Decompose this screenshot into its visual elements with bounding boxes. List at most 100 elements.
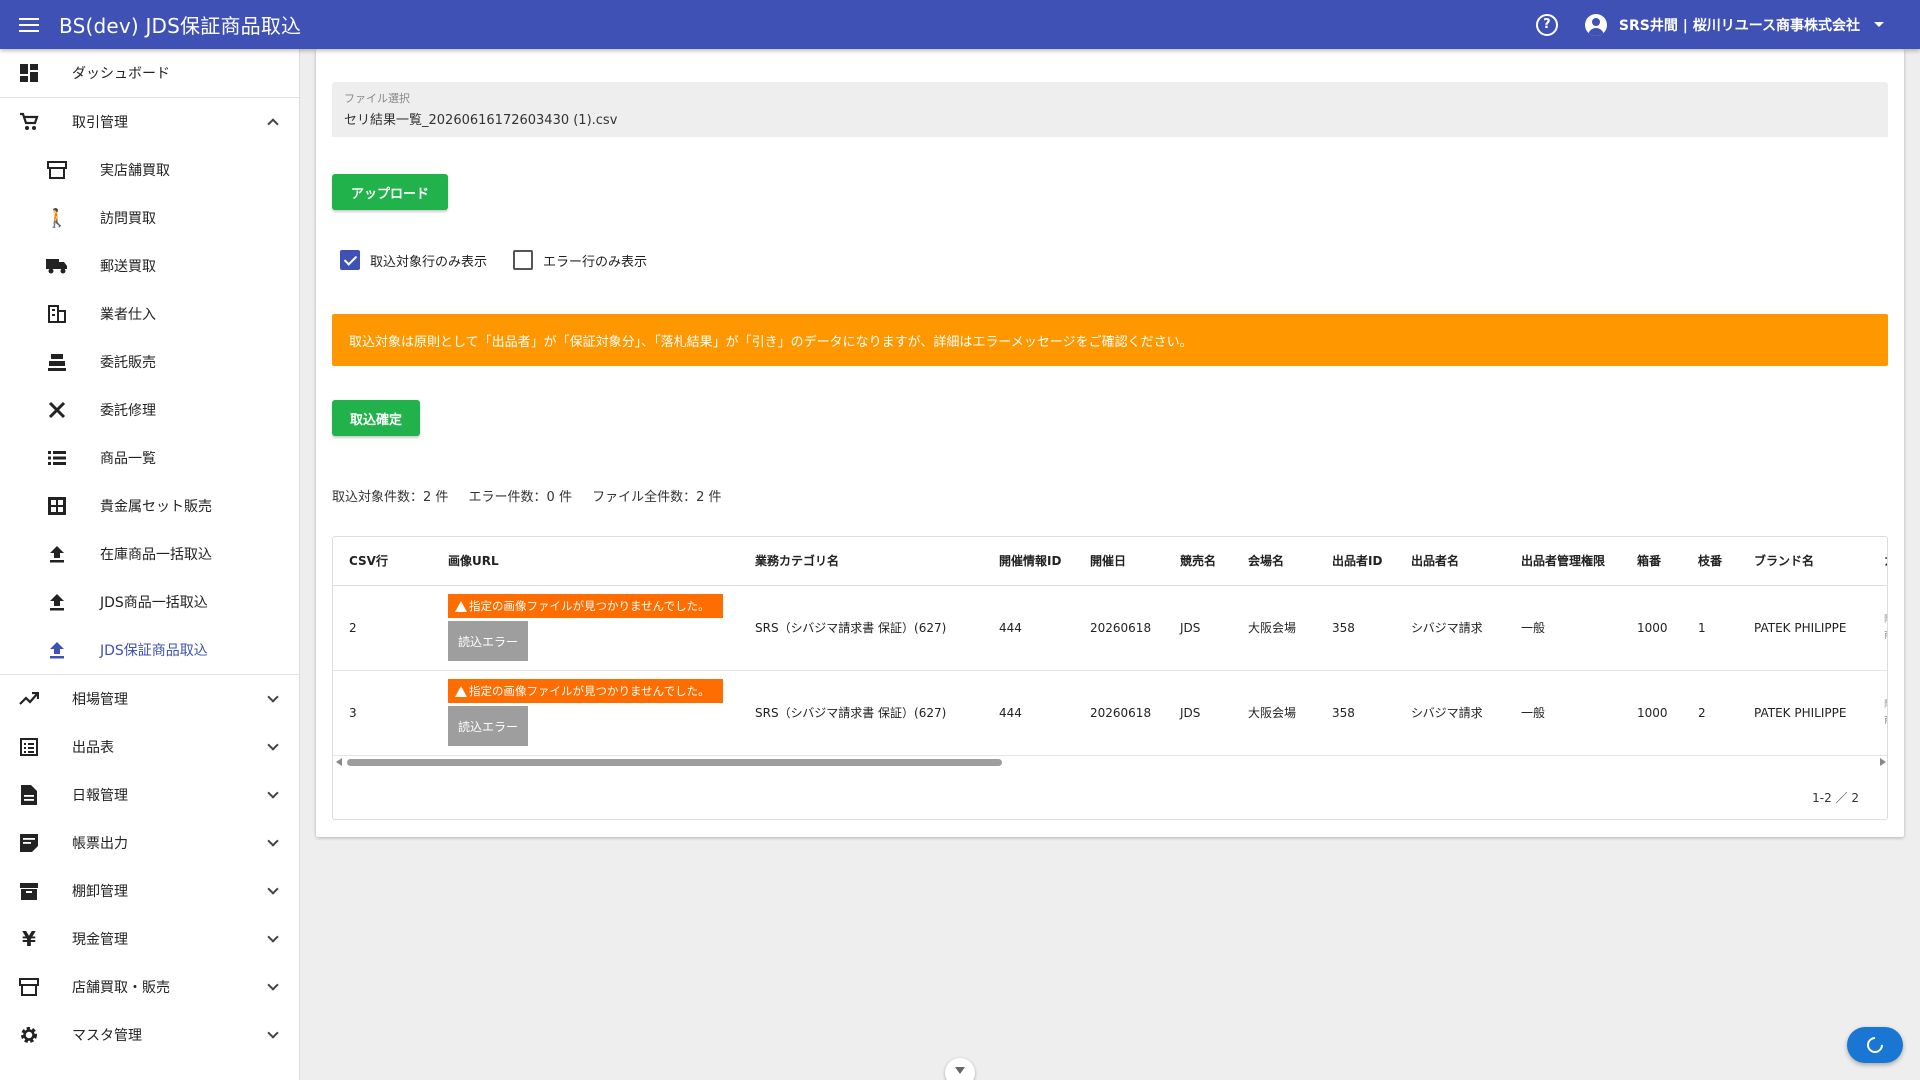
cell-csv-row: 3 (333, 670, 432, 756)
target-only-checkbox[interactable] (340, 250, 360, 270)
sidebar-item-visit-purchase[interactable]: 🚶 訪問買取 (0, 194, 299, 242)
sidebar-item-label: 実店舗買取 (100, 163, 170, 179)
sidebar-item-store-purchase[interactable]: 実店舗買取 (0, 146, 299, 194)
register-icon (46, 351, 68, 373)
sidebar-item-dashboard[interactable]: ダッシュボード (0, 49, 299, 97)
chevron-down-icon[interactable] (1874, 22, 1884, 27)
cell-box: 1000 (1621, 585, 1682, 671)
upload-icon (46, 639, 68, 661)
sidebar-item-jds-bulk-import[interactable]: JDS商品一括取込 (0, 578, 299, 626)
sidebar-item-label: 相場管理 (72, 692, 128, 708)
scroll-right-icon[interactable] (1880, 758, 1886, 766)
user-name[interactable]: SRS井間 | 桜川リユース商事株式会社 (1619, 15, 1860, 35)
pagination-info: 1-2 ／ 2 (1812, 791, 1859, 805)
list-alt-icon (18, 736, 40, 758)
account-icon[interactable] (1584, 13, 1607, 36)
scrollbar-thumb[interactable] (347, 759, 1002, 766)
file-select-label: ファイル選択 (344, 92, 410, 105)
sidebar-item-daily-report[interactable]: 日報管理 (0, 771, 299, 819)
refresh-button[interactable] (1847, 1027, 1903, 1063)
sidebar-item-cash[interactable]: ¥ 現金管理 (0, 915, 299, 963)
read-error-button[interactable]: 読込エラー (448, 621, 528, 661)
image-error-text: 指定の画像ファイルが見つかりませんでした。 (469, 599, 710, 613)
file-select-field[interactable]: ファイル選択 セリ結果一覧_20260616172603430 (1).csv (332, 82, 1888, 137)
sidebar-item-consignment-sale[interactable]: 委託販売 (0, 338, 299, 386)
cell-brand: PATEK PHILIPPE (1738, 585, 1868, 671)
upload-icon (46, 543, 68, 565)
sidebar-item-inventory-bulk-import[interactable]: 在庫商品一括取込 (0, 530, 299, 578)
chevron-down-icon (267, 787, 279, 799)
cell-seller: シバジマ請求 (1395, 670, 1505, 756)
sidebar-item-label: 帳票出力 (72, 836, 128, 852)
upload-icon (46, 591, 68, 613)
main-card: ファイル選択 セリ結果一覧_20260616172603430 (1).csv … (316, 49, 1904, 837)
confirm-import-button[interactable]: 取込確定 (332, 400, 420, 436)
sidebar-item-listing-sheet[interactable]: 出品表 (0, 723, 299, 771)
target-only-checkbox-group[interactable]: 取込対象行のみ表示 (340, 250, 487, 270)
cell-image-url: 指定の画像ファイルが見つかりませんでした。 読込エラー (432, 585, 739, 671)
sidebar-item-precious-metal-set[interactable]: 貴金属セット販売 (0, 482, 299, 530)
column-header[interactable]: 出品者ID (1316, 537, 1395, 586)
column-header[interactable]: 業務カテゴリ名 (739, 537, 983, 586)
target-only-label: 取込対象行のみ表示 (370, 254, 488, 270)
chevron-down-icon (267, 979, 279, 991)
column-header[interactable]: 開催日 (1074, 537, 1164, 586)
column-header[interactable]: 箱番 (1621, 537, 1682, 586)
column-header[interactable]: CSV行 (333, 537, 432, 586)
column-header[interactable]: ブランド名 (1738, 537, 1868, 586)
gear-icon (18, 1024, 40, 1046)
truncated-text: 商 (1884, 713, 1887, 729)
sidebar-item-transactions[interactable]: 取引管理 (0, 98, 299, 146)
app-bar: BS(dev) JDS保証商品取込 ? SRS井間 | 桜川リユース商事株式会社 (0, 0, 1920, 49)
trending-up-icon (18, 688, 40, 710)
chevron-up-icon (267, 118, 279, 130)
upload-button[interactable]: アップロード (332, 174, 448, 210)
table-row[interactable]: 2 指定の画像ファイルが見つかりませんでした。 読込エラー SRS（シバジマ請求… (333, 585, 1887, 671)
column-header[interactable]: 会場名 (1232, 537, 1316, 586)
info-alert: 取込対象は原則として「出品者」が「保証対象分」、「落札結果」が「引き」のデータに… (332, 314, 1888, 366)
cell-seller: シバジマ請求 (1395, 585, 1505, 671)
sidebar-item-mail-purchase[interactable]: 郵送買取 (0, 242, 299, 290)
column-header[interactable]: 開催情報ID (983, 537, 1074, 586)
menu-icon[interactable] (17, 11, 45, 39)
yen-icon: ¥ (22, 927, 36, 951)
sidebar-item-jds-warranty-import[interactable]: JDS保証商品取込 (0, 626, 299, 674)
horizontal-scrollbar[interactable] (333, 756, 1887, 768)
column-header[interactable]: 枝番 (1682, 537, 1738, 586)
list-icon (46, 447, 68, 469)
column-header[interactable]: 出品者管理権限 (1505, 537, 1621, 586)
sidebar-item-label: 商品一覧 (100, 451, 156, 467)
column-header[interactable]: 競売名 (1164, 537, 1232, 586)
error-only-checkbox[interactable] (513, 250, 534, 270)
cell-seller-id: 358 (1316, 670, 1395, 756)
error-only-checkbox-group[interactable]: エラー行のみ表示 (513, 250, 647, 270)
chevron-down-icon (955, 1066, 965, 1074)
column-header[interactable]: 出品者名 (1395, 537, 1505, 586)
truncated-text: 限 (1884, 612, 1887, 628)
sidebar-item-report-output[interactable]: 帳票出力 (0, 819, 299, 867)
sidebar-item-consignment-repair[interactable]: 委託修理 (0, 386, 299, 434)
sidebar-item-label: 委託販売 (100, 355, 156, 371)
column-header[interactable]: 画像URL (432, 537, 739, 586)
warning-icon (455, 600, 467, 612)
sidebar-item-label: ダッシュボード (72, 66, 170, 82)
column-header[interactable]: カ (1868, 537, 1887, 586)
sidebar-item-label: 在庫商品一括取込 (100, 547, 212, 563)
sidebar-item-product-list[interactable]: 商品一覧 (0, 434, 299, 482)
sidebar-item-label: 訪問買取 (100, 211, 156, 227)
table-row[interactable]: 3 指定の画像ファイルが見つかりませんでした。 読込エラー SRS（シバジマ請求… (333, 670, 1887, 756)
sidebar-item-store-buy-sell[interactable]: 店舗買取・販売 (0, 963, 299, 1011)
sidebar-item-master[interactable]: マスタ管理 (0, 1011, 299, 1059)
sidebar-item-vendor-purchase[interactable]: 業者仕入 (0, 290, 299, 338)
sidebar-item-label: 委託修理 (100, 403, 156, 419)
sidebar-item-stocktaking[interactable]: 棚卸管理 (0, 867, 299, 915)
note-icon (18, 832, 40, 854)
scroll-left-icon[interactable] (336, 758, 342, 766)
cart-icon (18, 111, 40, 133)
help-icon[interactable]: ? (1535, 13, 1558, 36)
sidebar-item-market-price[interactable]: 相場管理 (0, 675, 299, 723)
cell-branch: 2 (1682, 670, 1738, 756)
expand-toggle[interactable] (945, 1058, 975, 1080)
sidebar-item-label: 取引管理 (72, 115, 128, 131)
read-error-button[interactable]: 読込エラー (448, 706, 528, 746)
